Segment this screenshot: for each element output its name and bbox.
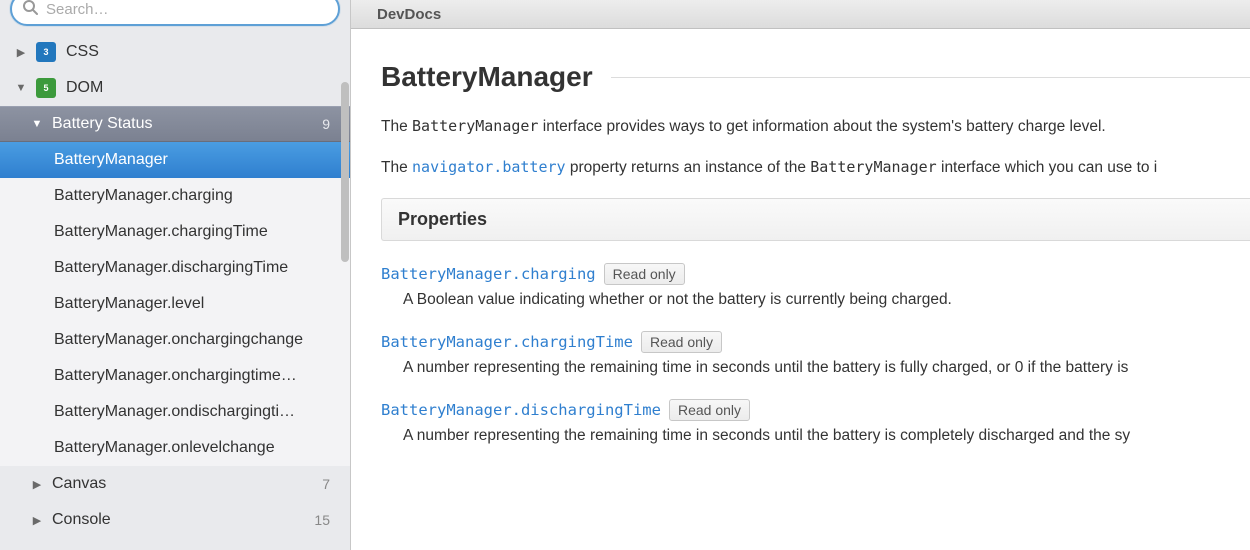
sidebar-item-count: 7 xyxy=(322,476,330,492)
svg-text:5: 5 xyxy=(43,83,48,93)
sidebar-item-label: Battery Status xyxy=(52,115,322,133)
readonly-badge: Read only xyxy=(604,263,685,285)
text: The xyxy=(381,118,412,135)
sidebar-doc-dom[interactable]: ▼ 5 DOM xyxy=(0,70,350,106)
sidebar-entry[interactable]: BatteryManager.onlevelchange xyxy=(0,430,350,466)
property-block: BatteryManager.charging Read only A Bool… xyxy=(381,263,1250,309)
sidebar-item-label: BatteryManager.dischargingTime xyxy=(54,259,350,277)
property-block: BatteryManager.chargingTime Read only A … xyxy=(381,331,1250,377)
sidebar-item-label: BatteryManager.charging xyxy=(54,187,350,205)
property-link[interactable]: BatteryManager.chargingTime xyxy=(381,333,633,351)
sidebar-entry[interactable]: BatteryManager.onchargingchange xyxy=(0,322,350,358)
property-title: BatteryManager.chargingTime Read only xyxy=(381,331,1250,353)
intro-paragraph-2: The navigator.battery property returns a… xyxy=(381,156,1250,179)
page-title-text: BatteryManager xyxy=(381,61,593,93)
sidebar-entry[interactable]: BatteryManager.dischargingTime xyxy=(0,250,350,286)
property-block: BatteryManager.dischargingTime Read only… xyxy=(381,399,1250,445)
chevron-right-icon: ▶ xyxy=(30,478,44,491)
sidebar-item-count: 9 xyxy=(322,116,330,132)
sidebar-entry[interactable]: BatteryManager.charging xyxy=(0,178,350,214)
sidebar-item-label: Console xyxy=(52,511,314,529)
css-shield-icon: 3 xyxy=(36,42,56,62)
topbar: DevDocs xyxy=(351,0,1250,29)
property-description: A number representing the remaining time… xyxy=(403,359,1250,377)
sidebar-entry[interactable]: BatteryManager.ondischargingti… xyxy=(0,394,350,430)
sidebar-entry[interactable]: BatteryManager.level xyxy=(0,286,350,322)
sidebar-item-label: CSS xyxy=(66,43,350,61)
svg-text:3: 3 xyxy=(43,47,48,57)
search-box[interactable] xyxy=(10,0,340,26)
chevron-right-icon: ▶ xyxy=(30,514,44,527)
sidebar-item-label: DOM xyxy=(66,79,350,97)
chevron-right-icon: ▶ xyxy=(14,46,28,59)
code-inline: BatteryManager xyxy=(412,117,538,135)
property-description: A Boolean value indicating whether or no… xyxy=(403,291,1250,309)
content-area: DevDocs BatteryManager The BatteryManage… xyxy=(351,0,1250,550)
sidebar-category-console[interactable]: ▶ Console 15 xyxy=(0,502,350,538)
sidebar-item-count: 15 xyxy=(314,512,330,528)
chevron-down-icon: ▼ xyxy=(14,82,28,94)
scrollbar-thumb[interactable] xyxy=(341,82,349,262)
text: interface which you can use to i xyxy=(937,159,1158,176)
sidebar-doc-css[interactable]: ▶ 3 CSS xyxy=(0,34,350,70)
link-navigator-battery[interactable]: navigator.battery xyxy=(412,158,566,176)
breadcrumb: DevDocs xyxy=(377,6,441,23)
section-header-properties: Properties xyxy=(381,198,1250,241)
text: property returns an instance of the xyxy=(566,159,811,176)
property-link[interactable]: BatteryManager.charging xyxy=(381,265,596,283)
sidebar-item-label: BatteryManager.ondischargingti… xyxy=(54,403,350,421)
search-icon xyxy=(22,0,38,19)
text: The xyxy=(381,159,412,176)
sidebar-entry-batterymanager[interactable]: BatteryManager xyxy=(0,142,350,178)
property-title: BatteryManager.dischargingTime Read only xyxy=(381,399,1250,421)
property-description: A number representing the remaining time… xyxy=(403,427,1250,445)
sidebar-category-battery-status[interactable]: ▼ Battery Status 9 xyxy=(0,106,350,142)
property-link[interactable]: BatteryManager.dischargingTime xyxy=(381,401,661,419)
property-title: BatteryManager.charging Read only xyxy=(381,263,1250,285)
text: interface provides ways to get informati… xyxy=(538,118,1105,135)
code-inline: BatteryManager xyxy=(810,158,936,176)
article: BatteryManager The BatteryManager interf… xyxy=(351,29,1250,550)
search-container xyxy=(0,0,350,34)
sidebar-item-label: Canvas xyxy=(52,475,322,493)
sidebar-item-label: BatteryManager.onchargingchange xyxy=(54,331,350,349)
sidebar-item-label: BatteryManager.chargingTime xyxy=(54,223,350,241)
sidebar-entry[interactable]: BatteryManager.chargingTime xyxy=(0,214,350,250)
sidebar-entry[interactable]: BatteryManager.onchargingtime… xyxy=(0,358,350,394)
page-title: BatteryManager xyxy=(381,61,1250,93)
intro-paragraph-1: The BatteryManager interface provides wa… xyxy=(381,115,1250,138)
sidebar-item-label: BatteryManager.onchargingtime… xyxy=(54,367,350,385)
sidebar-item-label: BatteryManager.level xyxy=(54,295,350,313)
app-window: ▶ 3 CSS ▼ 5 DOM xyxy=(0,0,1250,550)
readonly-badge: Read only xyxy=(669,399,750,421)
readonly-badge: Read only xyxy=(641,331,722,353)
search-input[interactable] xyxy=(44,0,328,19)
sidebar: ▶ 3 CSS ▼ 5 DOM xyxy=(0,0,351,550)
sidebar-item-label: BatteryManager.onlevelchange xyxy=(54,439,350,457)
sidebar-item-label: BatteryManager xyxy=(54,151,350,169)
sidebar-category-canvas[interactable]: ▶ Canvas 7 xyxy=(0,466,350,502)
dom-shield-icon: 5 xyxy=(36,78,56,98)
sidebar-tree[interactable]: ▶ 3 CSS ▼ 5 DOM xyxy=(0,34,350,550)
chevron-down-icon: ▼ xyxy=(30,118,44,130)
